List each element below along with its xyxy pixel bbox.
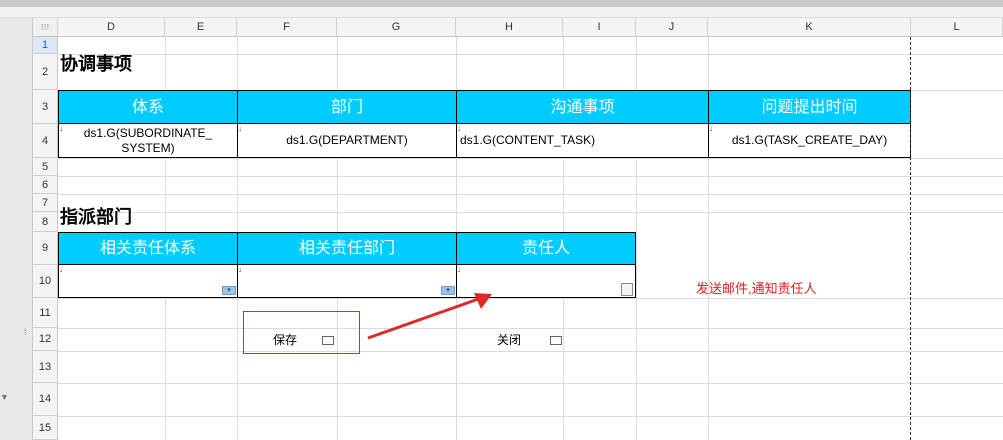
data-cell-system[interactable]: ds1.G(SUBORDINATE_ SYSTEM) <box>59 124 238 158</box>
splitter-handle-icon[interactable]: ⁞ <box>24 327 27 337</box>
tree-select-widget-icon[interactable] <box>621 283 633 296</box>
page-break-line <box>910 37 911 440</box>
row-header-8[interactable]: 8 <box>33 212 58 232</box>
grid-dots-icon: ⁝⁝⁝ <box>40 22 50 32</box>
data-cell-responsible-system[interactable] <box>59 265 238 298</box>
button-widget-icon <box>550 336 562 345</box>
column-header-g[interactable]: G <box>337 18 456 37</box>
expand-down-icon: ↓ <box>457 124 461 133</box>
top-strip <box>0 0 1003 7</box>
header-cell-create-time[interactable]: 问题提出时间 <box>709 91 911 124</box>
column-header-e[interactable]: E <box>165 18 237 37</box>
row-header-7[interactable]: 7 <box>33 194 58 212</box>
gridline <box>58 351 1003 352</box>
column-header-i[interactable]: I <box>563 18 636 37</box>
column-header-j[interactable]: J <box>636 18 708 37</box>
expand-down-icon: ↓ <box>238 265 242 274</box>
row-header-3[interactable]: 3 <box>33 90 58 124</box>
left-panel <box>0 18 33 440</box>
column-header-k[interactable]: K <box>708 18 911 37</box>
gridline <box>58 383 1003 384</box>
gridline <box>58 158 1003 159</box>
gridline <box>58 328 1003 329</box>
annotation-note: 发送邮件,通知责任人 <box>696 281 817 296</box>
gridline <box>58 194 1003 195</box>
header-cell-content[interactable]: 沟通事项 <box>457 91 709 124</box>
gridline <box>58 176 1003 177</box>
expand-down-icon: ↓ <box>238 124 242 133</box>
header-cell-responsible-person[interactable]: 责任人 <box>457 233 636 265</box>
toolbar-area <box>0 7 1003 18</box>
data-cell-content[interactable]: ds1.G(CONTENT_TASK) <box>457 124 709 158</box>
section-title-assign: 指派部门 <box>60 207 132 227</box>
column-header-d[interactable]: D <box>58 18 165 37</box>
row-header-13[interactable]: 13 <box>33 351 58 383</box>
row-header-5[interactable]: 5 <box>33 158 58 176</box>
row-header-10[interactable]: 10 <box>33 265 58 298</box>
dropdown-widget-icon[interactable]: ▾ <box>222 286 236 295</box>
section-title-coordination: 协调事项 <box>60 54 132 74</box>
header-cell-responsible-system[interactable]: 相关责任体系 <box>59 233 238 265</box>
gridline <box>58 54 1003 55</box>
row-header-6[interactable]: 6 <box>33 176 58 194</box>
expand-down-icon: ↓ <box>59 124 63 133</box>
header-cell-responsible-department[interactable]: 相关责任部门 <box>238 233 457 265</box>
data-cell-create-time[interactable]: ds1.G(TASK_CREATE_DAY) <box>709 124 911 158</box>
header-cell-department[interactable]: 部门 <box>238 91 457 124</box>
header-cell-system[interactable]: 体系 <box>59 91 238 124</box>
row-header-11[interactable]: 11 <box>33 298 58 328</box>
gridline <box>58 212 1003 213</box>
scroll-down-icon[interactable]: ▼ <box>0 392 9 402</box>
highlight-box <box>243 311 360 354</box>
column-header-l[interactable]: L <box>911 18 1003 37</box>
expand-down-icon: ↓ <box>457 265 461 274</box>
data-cell-department[interactable]: ds1.G(DEPARTMENT) <box>238 124 457 158</box>
column-header-f[interactable]: F <box>237 18 337 37</box>
row-header-4[interactable]: 4 <box>33 124 58 158</box>
close-button[interactable]: 关闭 <box>497 331 521 348</box>
expand-down-icon: ↓ <box>59 265 63 274</box>
row-header-15[interactable]: 15 <box>33 416 58 440</box>
gridline <box>58 416 1003 417</box>
gridline <box>58 298 1003 299</box>
row-header-9[interactable]: 9 <box>33 232 58 265</box>
column-header-h[interactable]: H <box>456 18 563 37</box>
red-arrow-icon <box>367 293 492 340</box>
row-header-14[interactable]: 14 <box>33 383 58 416</box>
select-all-corner[interactable]: ⁝⁝⁝ <box>33 18 58 37</box>
expand-down-icon: ↓ <box>709 124 713 133</box>
row-header-1[interactable]: 1 <box>33 37 58 54</box>
row-header-2[interactable]: 2 <box>33 54 58 90</box>
row-header-12[interactable]: 12 <box>33 328 58 351</box>
